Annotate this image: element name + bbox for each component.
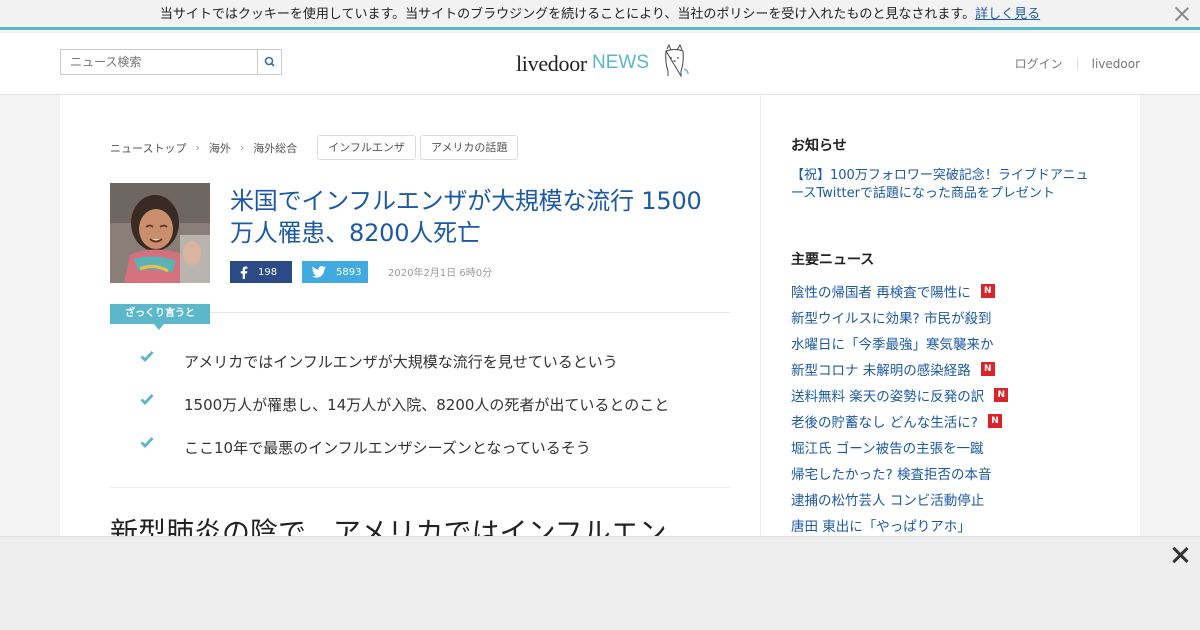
cookie-consent-bar: 当サイトではクッキーを使用しています。当サイトのブラウジングを続けることにより、… <box>0 0 1200 30</box>
dog-mascot-icon <box>665 43 689 78</box>
article-body-heading: 新型肺炎の陰で、アメリカではインフルエン <box>110 516 667 536</box>
news-item[interactable]: 逮捕の松竹芸人 コンビ活動停止 <box>791 486 1008 512</box>
news-item[interactable]: 水曜日に「今季最強」寒気襲来か <box>791 330 1008 356</box>
summary-point-text: ここ10年で最悪のインフルエンザシーズンとなっているそう <box>184 439 591 457</box>
news-item[interactable]: 老後の貯蓄なし どんな生活に? N <box>791 408 1008 434</box>
main-news-heading: 主要ニュース <box>791 252 875 268</box>
checkmark-icon <box>140 351 154 363</box>
cookie-learn-more-link[interactable]: 詳しく見る <box>975 7 1040 22</box>
summary-point-text: アメリカではインフルエンザが大規模な流行を見せているという <box>184 353 618 371</box>
summary-point: アメリカではインフルエンザが大規模な流行を見せているという <box>140 347 720 390</box>
site-header: livedoor NEWS ログイン livedoor <box>0 33 1200 95</box>
search-icon <box>264 56 275 67</box>
news-item-label[interactable]: 逮捕の松竹芸人 コンビ活動停止 <box>791 489 984 509</box>
news-item-label[interactable]: 新型コロナ 未解明の感染経路 <box>791 359 971 379</box>
twitter-icon <box>312 266 326 278</box>
summary-point: ここ10年で最悪のインフルエンザシーズンとなっているそう <box>140 433 720 476</box>
twitter-share-button[interactable]: 5893 <box>302 261 368 283</box>
twitter-share-count: 5893 <box>336 266 362 278</box>
article-thumbnail <box>110 183 210 283</box>
facebook-icon <box>240 266 248 279</box>
logo-news-text: NEWS <box>592 52 649 73</box>
news-item-label[interactable]: 堀江氏 ゴーン被告の主張を一蹴 <box>791 437 984 457</box>
search-box <box>60 49 282 75</box>
news-item[interactable]: 帰宅したかった? 検査拒否の本音 <box>791 460 1008 486</box>
tag-link[interactable]: アメリカの話題 <box>419 135 519 160</box>
breadcrumb-item[interactable]: 海外総合 <box>253 140 297 156</box>
checkmark-icon <box>140 437 154 449</box>
cookie-message: 当サイトではクッキーを使用しています。当サイトのブラウジングを続けることにより、… <box>159 7 976 22</box>
search-input[interactable] <box>61 50 257 74</box>
checkmark-icon <box>140 394 154 406</box>
news-item-label[interactable]: 水曜日に「今季最強」寒気襲来か <box>791 333 994 353</box>
news-item[interactable]: 陰性の帰国者 再検査で陽性に N <box>791 278 1008 304</box>
news-item-label[interactable]: 送料無料 楽天の姿勢に反発の訳 <box>791 385 984 405</box>
notice-link[interactable]: 【祝】100万フォロワー突破記念！ライブドアニュースTwitterで話題になった… <box>791 167 1091 203</box>
close-icon[interactable] <box>1170 545 1190 565</box>
breadcrumb: ニューストップ › 海外 › 海外総合 インフルエンザ アメリカの話題 <box>110 135 519 160</box>
new-badge: N <box>994 388 1009 402</box>
main-news-list: 陰性の帰国者 再検査で陽性に N 新型ウイルスに効果? 市民が殺到 水曜日に「今季… <box>791 278 1009 536</box>
summary-point-text: 1500万人が罹患し、14万人が入院、8200人の死者が出ているとのこと <box>184 396 670 414</box>
news-item-label[interactable]: 老後の貯蓄なし どんな生活に? <box>791 411 978 431</box>
summary-point: 1500万人が罹患し、14万人が入院、8200人の死者が出ているとのこと <box>140 390 720 433</box>
news-item[interactable]: 堀江氏 ゴーン被告の主張を一蹴 <box>791 434 1008 460</box>
article-date: 2020年2月1日 6時0分 <box>388 268 493 279</box>
breadcrumb-item[interactable]: ニューストップ <box>110 140 186 156</box>
logo-livedoor-text: livedoor <box>516 51 587 76</box>
news-item[interactable]: 新型コロナ 未解明の感染経路 N <box>791 356 1008 382</box>
news-item[interactable]: 新型ウイルスに効果? 市民が殺到 <box>791 304 1008 330</box>
close-icon[interactable] <box>1174 6 1190 22</box>
chevron-right-icon: › <box>195 141 200 154</box>
header-links: ログイン livedoor <box>1015 55 1140 72</box>
sidebar: お知らせ 【祝】100万フォロワー突破記念！ライブドアニュースTwitterで話… <box>760 95 1140 536</box>
news-item-label[interactable]: 陰性の帰国者 再検査で陽性に <box>791 281 971 301</box>
new-badge: N <box>987 414 1002 428</box>
chevron-right-icon: › <box>239 141 245 154</box>
summary-label: ざっくり言うと <box>110 304 210 330</box>
article-column: ニューストップ › 海外 › 海外総合 インフルエンザ アメリカの話題 米国でイ… <box>60 95 760 536</box>
news-item[interactable]: 送料無料 楽天の姿勢に反発の訳 N <box>791 382 1009 408</box>
search-button[interactable] <box>257 50 281 74</box>
new-badge: N <box>980 284 995 298</box>
news-item-label[interactable]: 帰宅したかった? 検査拒否の本音 <box>791 463 991 483</box>
tag-link[interactable]: インフルエンザ <box>317 135 416 160</box>
login-link[interactable]: ログイン <box>1015 55 1063 72</box>
facebook-share-count: 198 <box>258 266 278 278</box>
news-item-label[interactable]: 新型ウイルスに効果? 市民が殺到 <box>791 307 991 327</box>
bottom-ad-overlay <box>0 536 1200 630</box>
livedoor-link[interactable]: livedoor <box>1092 57 1140 71</box>
new-badge: N <box>980 362 995 376</box>
notice-heading: お知らせ <box>791 138 847 154</box>
facebook-share-button[interactable]: 198 <box>230 261 292 283</box>
news-item[interactable]: 唐田 東出に「やっぱりアホ」 <box>791 512 1008 536</box>
divider <box>110 487 730 488</box>
news-item-label[interactable]: 唐田 東出に「やっぱりアホ」 <box>791 515 971 535</box>
article-title: 米国でインフルエンザが大規模な流行 1500万人罹患、8200人死亡 <box>230 187 702 247</box>
breadcrumb-item[interactable]: 海外 <box>209 140 231 156</box>
summary-points: アメリカではインフルエンザが大規模な流行を見せているという 1500万人が罹患し… <box>140 347 720 476</box>
divider <box>1076 57 1078 70</box>
